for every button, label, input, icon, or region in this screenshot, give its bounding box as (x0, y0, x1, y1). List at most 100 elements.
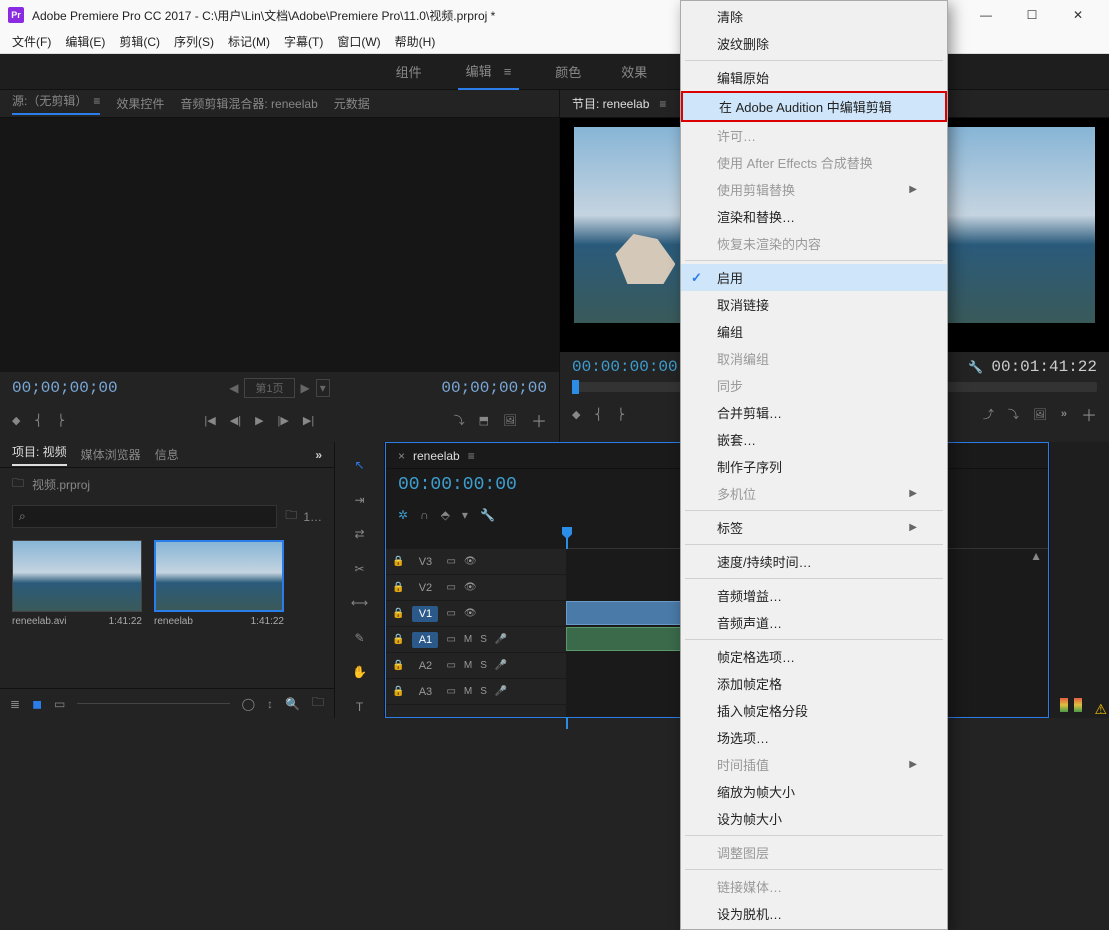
step-back-icon[interactable]: ◀| (230, 414, 241, 427)
menu-clip[interactable]: 剪辑(C) (113, 31, 166, 52)
pager[interactable]: ◀ 第1页 ▶ ▾ (229, 378, 330, 398)
menu-speed-duration[interactable]: 速度/持续时间… (681, 548, 947, 575)
pager-dropdown-icon[interactable]: ▾ (316, 379, 330, 397)
menu-merge-clips[interactable]: 合并剪辑… (681, 399, 947, 426)
razor-tool-icon[interactable]: ✂ (348, 558, 372, 581)
workspace-menu-icon[interactable]: ≡ (500, 56, 516, 87)
close-button[interactable]: ✕ (1055, 0, 1101, 30)
out-point-icon[interactable]: ⎬ (617, 408, 625, 421)
workspace-effects[interactable]: 效果 (617, 54, 651, 89)
lock-icon[interactable]: 🔒 (392, 556, 404, 567)
menu-subtitle[interactable]: 字幕(T) (278, 31, 329, 52)
track-v1[interactable]: 🔒V1▭👁 (386, 601, 566, 627)
sequence-menu-icon[interactable]: ≡ (468, 449, 475, 463)
lift-icon[interactable]: ⤴ (983, 406, 994, 422)
lock-icon[interactable]: 🔒 (392, 582, 404, 593)
sequence-name[interactable]: reneelab (413, 449, 460, 463)
workspace-assembly[interactable]: 组件 (392, 54, 426, 89)
bin-icon[interactable]: 🗀 (12, 474, 24, 495)
menu-set-to-frame[interactable]: 设为帧大小 (681, 805, 947, 832)
timeline-time[interactable]: 00:00:00:00 (398, 475, 517, 495)
menu-clear[interactable]: 清除 (681, 3, 947, 30)
bin-item-sequence[interactable]: reneelab 1:41:22 (154, 540, 284, 680)
scrubber-playhead[interactable] (572, 380, 579, 394)
menu-ripple-delete[interactable]: 波纹删除 (681, 30, 947, 57)
tab-info[interactable]: 信息 (155, 446, 179, 463)
tab-source[interactable]: 源:（无剪辑）≡ (12, 92, 100, 115)
menu-window[interactable]: 窗口(W) (331, 31, 386, 52)
search-input[interactable] (32, 511, 271, 523)
menu-field-options[interactable]: 场选项… (681, 724, 947, 751)
play-icon[interactable]: ▶ (255, 414, 263, 427)
scroll-up-icon[interactable]: ▲ (1030, 549, 1042, 563)
in-point-icon[interactable]: ⎨ (34, 414, 42, 427)
marker-icon[interactable]: ◆ (12, 414, 20, 427)
extract-icon[interactable]: ⤵ (1008, 406, 1019, 422)
menu-frame-hold-options[interactable]: 帧定格选项… (681, 643, 947, 670)
tab-effect-controls[interactable]: 效果控件 (116, 95, 164, 112)
insert-icon[interactable]: ⤵ (454, 412, 465, 428)
workspace-color[interactable]: 颜色 (551, 54, 585, 89)
track-a2[interactable]: 🔒A2▭MS🎤 (386, 653, 566, 679)
source-time-out[interactable]: 00;00;00;00 (441, 379, 547, 397)
list-view-icon[interactable]: ≣ (10, 697, 20, 711)
menu-audio-gain[interactable]: 音频增益… (681, 582, 947, 609)
slip-tool-icon[interactable]: ⟷ (348, 592, 372, 615)
step-forward-icon[interactable]: |▶ (278, 414, 289, 427)
warning-icon[interactable]: ⚠ (1094, 701, 1107, 718)
in-point-icon[interactable]: ⎨ (594, 408, 602, 421)
track-v2[interactable]: 🔒V2▭👁 (386, 575, 566, 601)
wrench-icon[interactable]: 🔧 (968, 360, 983, 374)
pager-prev-icon[interactable]: ◀ (229, 381, 238, 395)
sort-icon[interactable]: ↕ (267, 697, 273, 711)
zoom-slider[interactable]: ◯ (242, 697, 255, 711)
tab-metadata[interactable]: 元数据 (334, 95, 370, 112)
overflow-icon[interactable]: » (1061, 408, 1067, 420)
menu-make-subsequence[interactable]: 制作子序列 (681, 453, 947, 480)
tab-audio-mixer[interactable]: 音频剪辑混合器: reneelab (180, 95, 317, 112)
source-time-in[interactable]: 00;00;00;00 (12, 379, 118, 397)
menu-audio-channels[interactable]: 音频声道… (681, 609, 947, 636)
minimize-button[interactable]: — (963, 0, 1009, 30)
export-frame-icon[interactable]: 🖼 (1033, 408, 1047, 421)
icon-view-icon[interactable]: ◼ (32, 697, 42, 711)
program-time-current[interactable]: 00:00:00:00 (572, 358, 678, 376)
pager-next-icon[interactable]: ▶ (301, 381, 310, 395)
menu-help[interactable]: 帮助(H) (389, 31, 442, 52)
lock-icon[interactable]: 🔒 (392, 634, 404, 645)
menu-sequence[interactable]: 序列(S) (168, 31, 220, 52)
tab-project[interactable]: 项目: 视频 (12, 443, 67, 466)
eye-icon[interactable]: 👁 (464, 556, 477, 567)
track-a3[interactable]: 🔒A3▭MS🎤 (386, 679, 566, 705)
out-point-icon[interactable]: ⎬ (57, 414, 65, 427)
selection-tool-icon[interactable]: ↖ (348, 454, 372, 477)
toggle-output-icon[interactable]: ▭ (446, 634, 455, 645)
menu-scale-to-frame[interactable]: 缩放为帧大小 (681, 778, 947, 805)
toggle-output-icon[interactable]: ▭ (446, 582, 455, 593)
menu-render-replace[interactable]: 渲染和替换… (681, 203, 947, 230)
eye-icon[interactable]: 👁 (464, 582, 477, 593)
export-frame-icon[interactable]: 🖼 (503, 414, 517, 427)
search-box[interactable]: ⌕ (12, 505, 277, 528)
snap-icon[interactable]: ✲ (398, 508, 408, 522)
linked-selection-icon[interactable]: ∩ (420, 508, 429, 522)
program-label[interactable]: 节目: reneelab (572, 95, 649, 112)
add-button-icon[interactable]: ＋ (531, 408, 547, 432)
mic-icon[interactable]: 🎤 (495, 634, 507, 645)
find-icon[interactable]: 🔍 (285, 697, 300, 711)
workspace-editing[interactable]: 编辑≡ (458, 53, 520, 90)
menu-markers[interactable]: 标记(M) (222, 31, 276, 52)
hand-tool-icon[interactable]: ✋ (348, 661, 372, 684)
menu-enable[interactable]: ✓启用 (681, 264, 947, 291)
freeform-view-icon[interactable]: ▭ (54, 697, 65, 711)
wrench-icon[interactable]: 🔧 (480, 508, 495, 522)
menu-add-frame-hold[interactable]: 添加帧定格 (681, 670, 947, 697)
maximize-button[interactable]: ☐ (1009, 0, 1055, 30)
menu-label[interactable]: 标签▶ (681, 514, 947, 541)
track-select-tool-icon[interactable]: ⇥ (348, 489, 372, 512)
menu-group[interactable]: 编组 (681, 318, 947, 345)
tab-media-browser[interactable]: 媒体浏览器 (81, 446, 141, 463)
bin-item-clip[interactable]: reneelab.avi 1:41:22 (12, 540, 142, 680)
toggle-output-icon[interactable]: ▭ (446, 608, 455, 619)
goto-out-icon[interactable]: ▶| (303, 414, 314, 427)
